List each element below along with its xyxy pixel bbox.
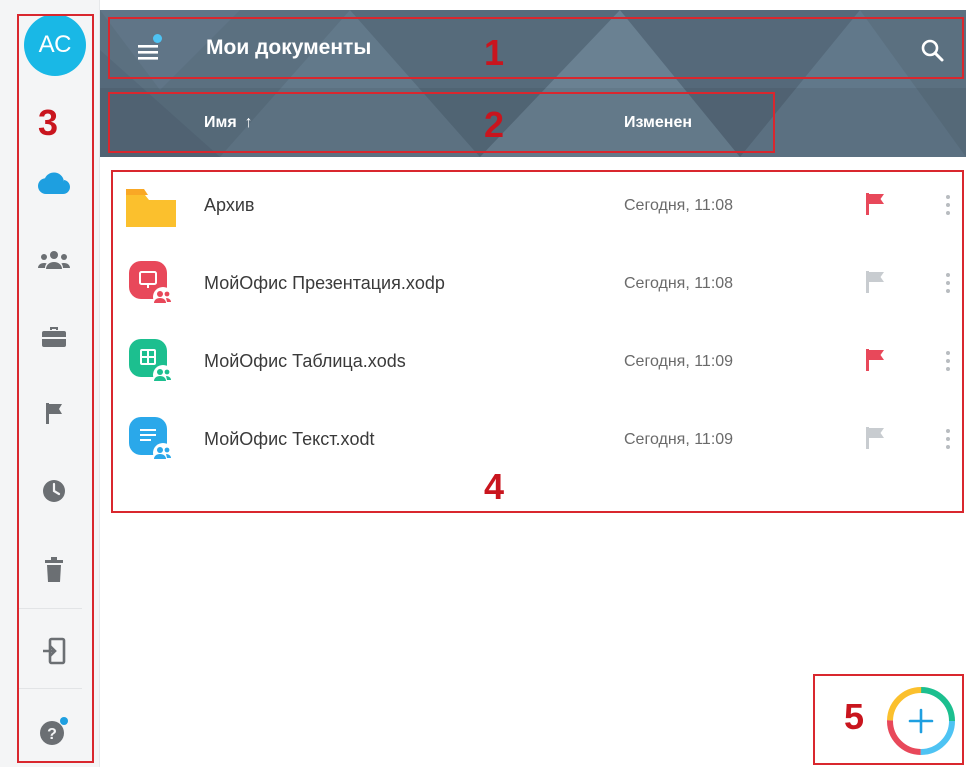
- annotation-number-4: 4: [484, 466, 505, 507]
- annotation-number-2: 2: [484, 104, 505, 145]
- annotation-box-4: [111, 170, 964, 513]
- annotation-number-5: 5: [844, 696, 865, 737]
- annotation-number-1: 1: [484, 32, 505, 73]
- annotation-box-2: [108, 92, 775, 153]
- annotation-box-1: [108, 17, 964, 79]
- annotation-number-3: 3: [38, 102, 59, 143]
- annotation-box-5: [813, 674, 964, 765]
